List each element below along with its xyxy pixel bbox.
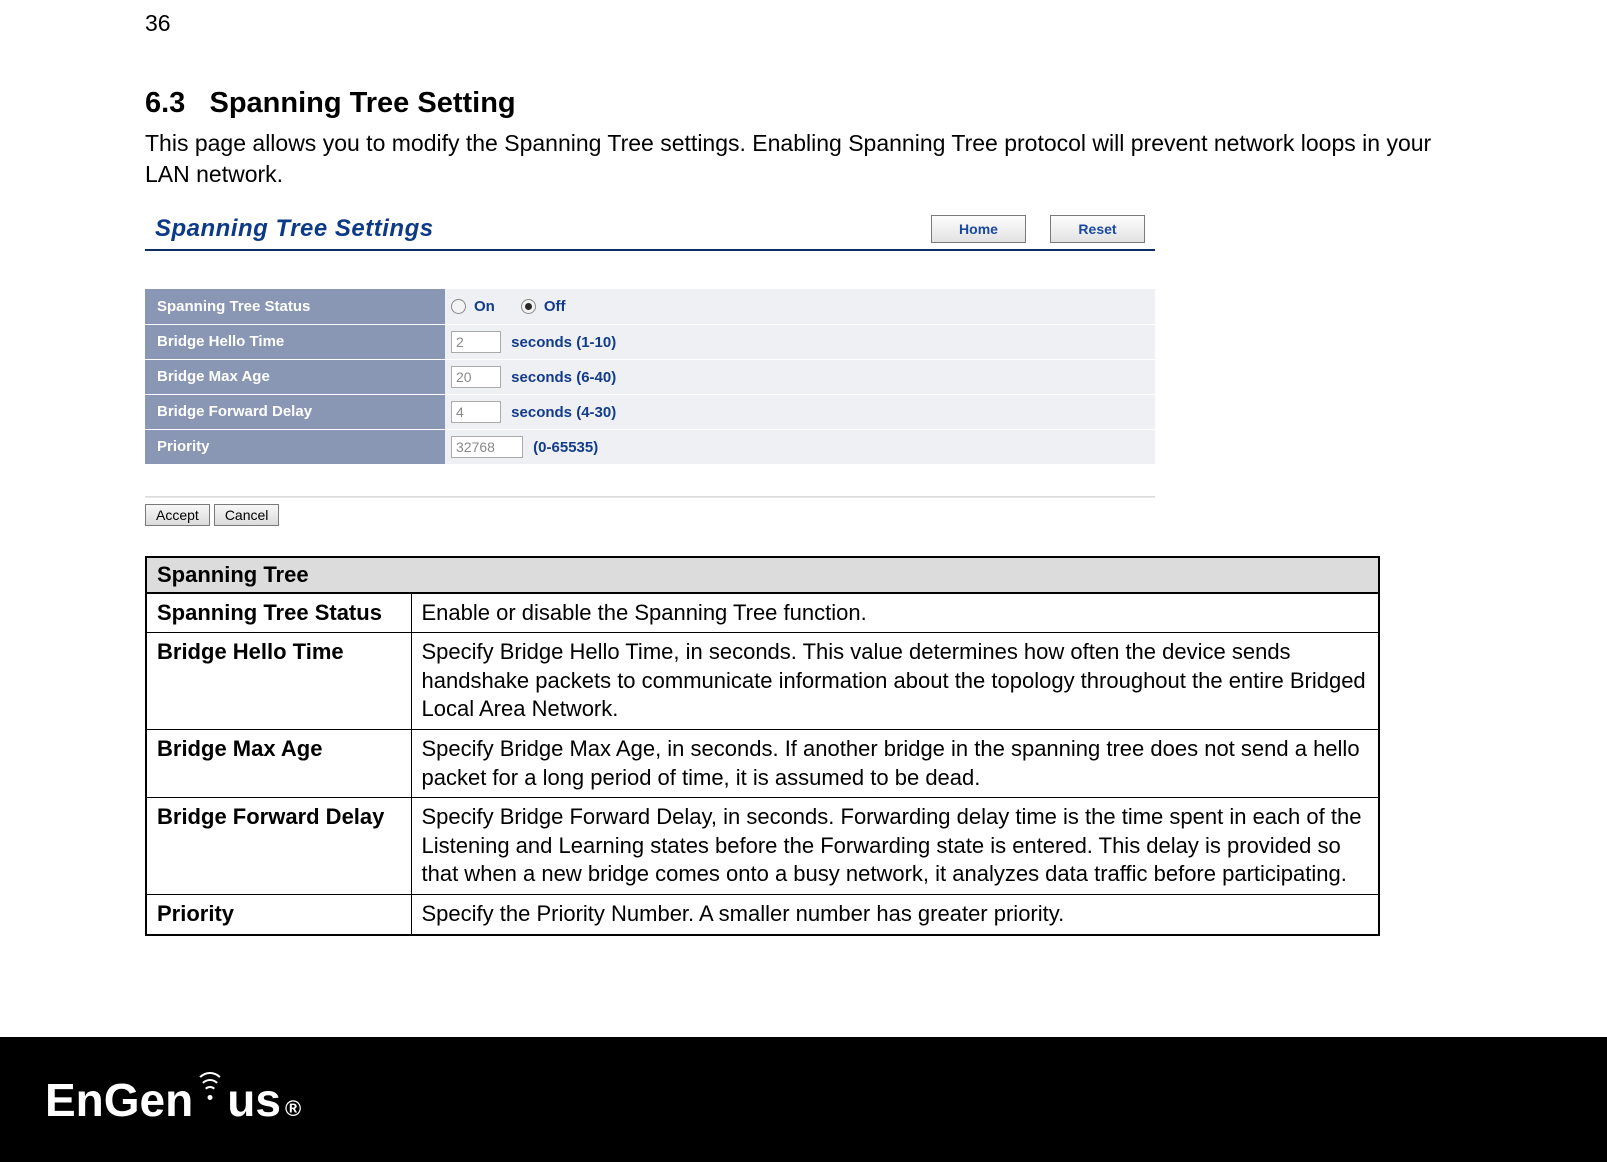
divider (145, 495, 1155, 498)
radio-on[interactable] (451, 299, 466, 314)
priority-input[interactable] (451, 436, 523, 458)
priority-hint: (0-65535) (533, 439, 598, 456)
radio-on-label: On (474, 298, 495, 315)
registered-mark: ® (285, 1096, 301, 1122)
forward-delay-input[interactable] (451, 401, 501, 423)
logo-text-2: us (227, 1073, 281, 1127)
forward-delay-hint: seconds (4-30) (511, 404, 616, 421)
desc-label: Bridge Forward Delay (146, 798, 411, 895)
desc-text: Specify Bridge Max Age, in seconds. If a… (411, 729, 1379, 797)
hello-time-hint: seconds (1-10) (511, 334, 616, 351)
row-label-maxage: Bridge Max Age (145, 359, 445, 394)
row-label-hello: Bridge Hello Time (145, 324, 445, 359)
page-number: 36 (145, 10, 1462, 37)
desc-table-header: Spanning Tree (146, 557, 1379, 593)
table-row: Bridge Hello Time Specify Bridge Hello T… (146, 633, 1379, 730)
radio-off-label: Off (544, 298, 566, 315)
table-row: Spanning Tree Status Enable or disable t… (146, 593, 1379, 633)
footer: EnGen us ® (0, 1037, 1607, 1162)
max-age-hint: seconds (6-40) (511, 369, 616, 386)
description-table: Spanning Tree Spanning Tree Status Enabl… (145, 556, 1380, 936)
accept-button[interactable]: Accept (145, 504, 210, 526)
wifi-icon (195, 1072, 225, 1116)
desc-text: Specify Bridge Hello Time, in seconds. T… (411, 633, 1379, 730)
desc-label: Bridge Hello Time (146, 633, 411, 730)
row-label-forward: Bridge Forward Delay (145, 394, 445, 429)
home-button[interactable]: Home (931, 215, 1026, 243)
panel-title: Spanning Tree Settings (155, 215, 434, 243)
engenius-logo: EnGen us ® (45, 1072, 301, 1127)
section-number: 6.3 (145, 87, 185, 119)
section-intro: This page allows you to modify the Spann… (145, 128, 1462, 190)
row-label-status: Spanning Tree Status (145, 289, 445, 324)
table-row: Bridge Max Age Specify Bridge Max Age, i… (146, 729, 1379, 797)
reset-button[interactable]: Reset (1050, 215, 1145, 243)
hello-time-input[interactable] (451, 331, 501, 353)
radio-off[interactable] (521, 299, 536, 314)
table-row: Bridge Forward Delay Specify Bridge Forw… (146, 798, 1379, 895)
desc-label: Priority (146, 894, 411, 934)
cancel-button[interactable]: Cancel (214, 504, 280, 526)
desc-text: Enable or disable the Spanning Tree func… (411, 593, 1379, 633)
logo-text-1: EnGen (45, 1073, 193, 1127)
max-age-input[interactable] (451, 366, 501, 388)
desc-text: Specify Bridge Forward Delay, in seconds… (411, 798, 1379, 895)
section-heading: 6.3 Spanning Tree Setting (145, 87, 1462, 120)
desc-label: Spanning Tree Status (146, 593, 411, 633)
desc-label: Bridge Max Age (146, 729, 411, 797)
section-title: Spanning Tree Setting (210, 87, 516, 119)
desc-text: Specify the Priority Number. A smaller n… (411, 894, 1379, 934)
settings-form-table: Spanning Tree Status On Off Bridge Hello… (145, 289, 1155, 465)
table-row: Priority Specify the Priority Number. A … (146, 894, 1379, 934)
settings-screenshot: Spanning Tree Settings Home Reset Spanni… (145, 215, 1155, 526)
row-label-priority: Priority (145, 429, 445, 464)
